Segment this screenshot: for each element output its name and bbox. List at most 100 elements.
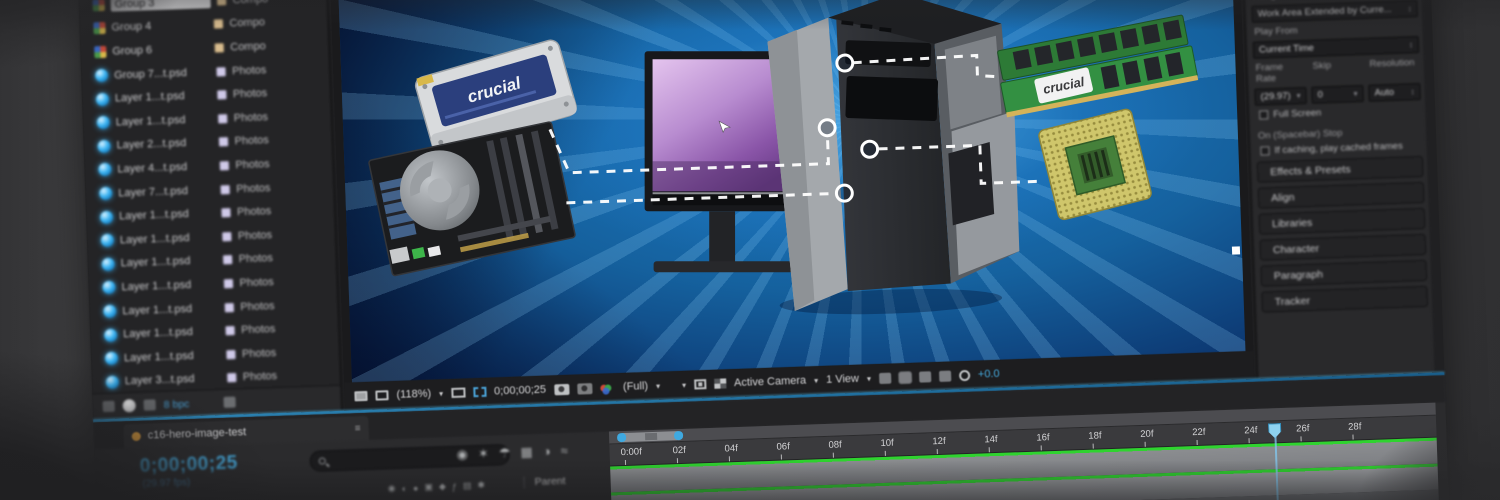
flowchart-button-icon[interactable] — [939, 370, 951, 381]
label-color-swatch[interactable] — [217, 90, 227, 100]
panel-tab-tracker[interactable]: Tracker — [1261, 286, 1428, 313]
shy-switch-icon[interactable]: ƒ — [452, 481, 457, 491]
view-layout-arrow-icon[interactable]: ▾ — [867, 374, 871, 383]
play-from-select[interactable]: Current Time ↕ — [1253, 36, 1419, 59]
panel-tab-align[interactable]: Align — [1258, 182, 1425, 209]
label-color-swatch[interactable] — [214, 43, 224, 53]
label-color-swatch[interactable] — [220, 184, 230, 194]
video-eye-icon[interactable]: ◉ — [388, 483, 396, 494]
audio-icon[interactable]: ◐ — [401, 483, 407, 493]
range-select[interactable]: Work Area Extended by Curre... ↕ — [1251, 0, 1417, 23]
project-item-name: Layer 1...t.psd — [122, 302, 218, 317]
camera-select[interactable]: Active Camera — [734, 375, 807, 390]
label-color-swatch[interactable] — [227, 373, 237, 383]
parent-column-header[interactable]: Parent — [523, 475, 565, 488]
ruler-tickmark — [625, 460, 626, 465]
frame-blend-icon[interactable]: ▦ — [520, 444, 533, 460]
if-caching-checkbox[interactable] — [1260, 146, 1269, 155]
region-of-interest-icon[interactable] — [473, 387, 486, 397]
label-color-swatch[interactable] — [219, 161, 229, 171]
fast-previews-icon[interactable] — [899, 371, 911, 382]
project-item-name: Layer 1...t.psd — [120, 231, 216, 246]
panel-tab-character[interactable]: Character — [1260, 234, 1427, 261]
project-item-name: Layer 7...t.psd — [118, 184, 214, 199]
interpret-footage-icon[interactable] — [103, 401, 115, 412]
ruler-tick-label: 20f — [1140, 429, 1154, 440]
grid-guides-icon[interactable] — [451, 388, 465, 398]
label-color-swatch[interactable] — [224, 302, 234, 312]
quality-switch-icon[interactable]: ✱ — [477, 480, 485, 491]
exposure-value[interactable]: +0.0 — [978, 368, 1000, 381]
camera-arrow-icon[interactable]: ▾ — [814, 376, 818, 385]
create-comp-icon[interactable] — [143, 399, 155, 410]
view-layout-select[interactable]: 1 View — [826, 373, 859, 386]
magnification-arrow-icon[interactable]: ▾ — [439, 389, 443, 398]
psd-layer-icon — [104, 328, 117, 341]
label-color-swatch[interactable] — [221, 208, 231, 218]
delete-icon[interactable] — [223, 397, 235, 408]
ruler-tickmark — [833, 453, 834, 458]
panel-tab-paragraph[interactable]: Paragraph — [1261, 260, 1428, 287]
create-folder-icon[interactable] — [122, 399, 135, 412]
project-item-name: Layer 2...t.psd — [116, 137, 212, 152]
current-time-display[interactable]: 0;00;00;25 — [494, 384, 546, 398]
ruler-tickmark — [1352, 435, 1353, 440]
computer-tower-graphic — [766, 0, 1021, 318]
label-color-swatch[interactable] — [218, 113, 228, 123]
panel-menu-icon[interactable]: ≡ — [355, 423, 361, 434]
timeline-button-icon[interactable] — [919, 371, 931, 382]
channel-icon[interactable] — [600, 384, 607, 391]
pixel-aspect-icon[interactable] — [879, 372, 891, 383]
exposure-reset-icon[interactable] — [959, 369, 970, 380]
ruler-tickmark — [1300, 436, 1301, 441]
label-color-swatch[interactable] — [218, 137, 228, 147]
project-item-type: Photos — [232, 64, 267, 77]
composition-viewer[interactable]: crucial — [338, 0, 1246, 382]
solo-icon[interactable]: ● — [413, 483, 419, 493]
psd-layer-icon — [100, 210, 113, 223]
resolution-arrow-icon[interactable]: ▾ — [656, 381, 660, 390]
skip-select[interactable]: 0 ▾ — [1311, 85, 1364, 104]
after-effects-screen-photo: Group 3CompoGroup 4CompoGroup 6CompoGrou… — [0, 0, 1500, 500]
layer-handle — [1232, 246, 1240, 254]
view-options-arrow-icon[interactable]: ▾ — [682, 380, 686, 389]
graph-editor-icon[interactable]: ≈ — [560, 443, 568, 459]
frame-rate-select[interactable]: (29.97) ▾ — [1254, 87, 1307, 106]
snapshot-icon[interactable] — [554, 383, 569, 395]
work-area-bar[interactable] — [619, 431, 681, 442]
timeline-timecode[interactable]: 0;00;00;25 — [139, 452, 238, 477]
label-color-swatch[interactable] — [225, 326, 235, 336]
panel-tab-effects-presets[interactable]: Effects & Presets — [1257, 156, 1424, 183]
shy-layers-icon[interactable]: ☂ — [499, 445, 511, 461]
full-screen-checkbox-row[interactable]: Full Screen — [1255, 104, 1421, 121]
label-color-swatch[interactable] — [216, 66, 226, 76]
draft-3d-icon[interactable]: ✶ — [478, 446, 489, 462]
show-snapshot-icon[interactable] — [577, 383, 592, 395]
target-region-icon[interactable] — [694, 379, 706, 389]
label-color-swatch[interactable] — [216, 0, 226, 6]
lock-icon[interactable]: ▣ — [424, 482, 433, 493]
label-color-swatch[interactable] — [223, 255, 233, 265]
resolution-updown-icon: ↕ — [1410, 87, 1414, 96]
label-icon[interactable]: ◆ — [439, 481, 446, 492]
motion-blur-icon[interactable]: ◑ — [542, 444, 550, 460]
project-bit-depth[interactable]: 8 bpc — [163, 398, 189, 411]
project-item-name: Layer 1...t.psd — [121, 278, 217, 293]
always-preview-icon[interactable] — [354, 391, 367, 401]
ruler-tick-label: 0:00f — [620, 446, 642, 458]
label-color-swatch[interactable] — [226, 349, 236, 359]
label-color-swatch[interactable] — [213, 19, 223, 29]
blend-switch-icon[interactable]: ▤ — [463, 480, 472, 491]
project-item-name: Group 3 — [110, 0, 210, 11]
label-color-swatch[interactable] — [223, 278, 233, 288]
magnification-select[interactable]: (118%) — [396, 388, 431, 401]
live-update-icon[interactable]: ◉ — [456, 446, 468, 462]
label-color-swatch[interactable] — [222, 231, 232, 241]
main-flowchart-icon[interactable] — [375, 390, 388, 400]
panel-tab-libraries[interactable]: Libraries — [1259, 208, 1426, 235]
resolution-preview-select[interactable]: Auto ↕ — [1368, 83, 1421, 102]
full-screen-checkbox[interactable] — [1259, 110, 1268, 119]
resolution-select[interactable]: (Full) — [623, 380, 648, 393]
transparency-grid-icon[interactable] — [714, 378, 726, 388]
resolution-value: Auto — [1374, 87, 1394, 99]
